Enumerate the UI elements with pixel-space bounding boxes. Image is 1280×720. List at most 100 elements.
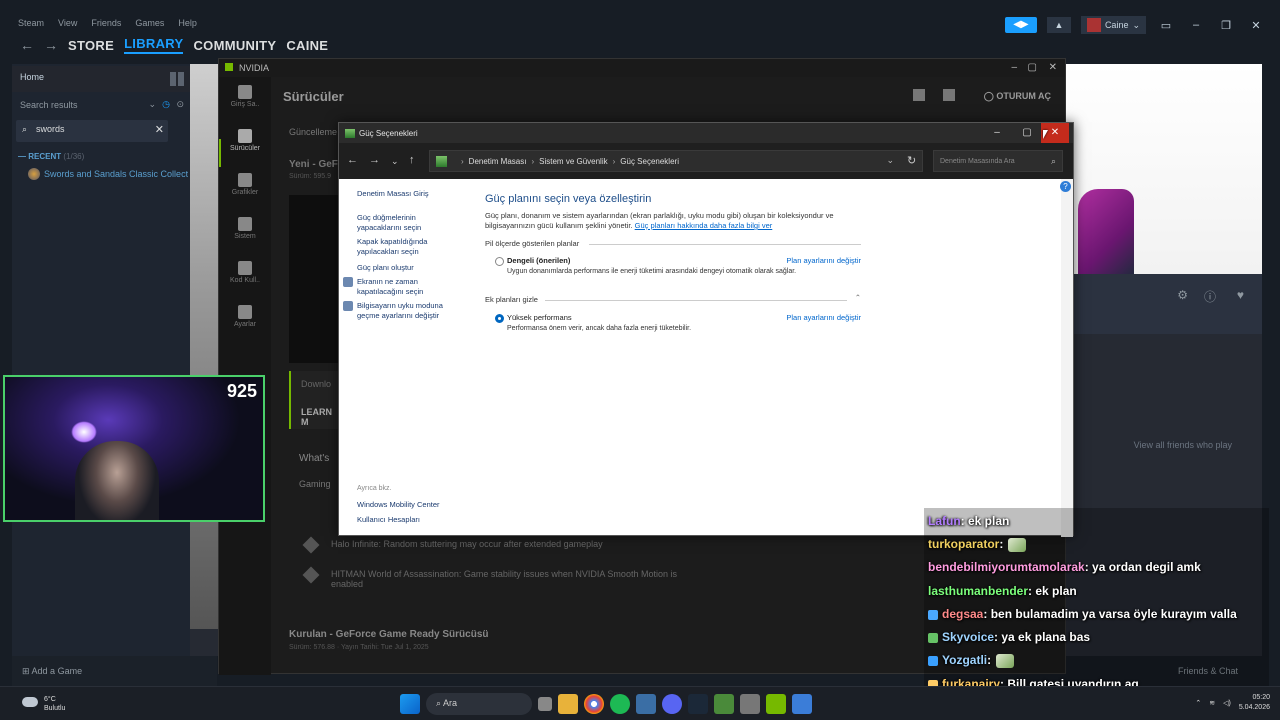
taskbar-apps: ⌕ Ara — [400, 693, 812, 715]
link-lid-close[interactable]: Kapak kapatıldığında yapılacakları seçin — [357, 237, 461, 257]
forward-arrow-icon[interactable]: → — [369, 154, 380, 166]
network-app-icon[interactable] — [636, 694, 656, 714]
link-display-off[interactable]: Ekranın ne zaman kapatılacağını seçin — [357, 277, 461, 297]
windows-start-icon[interactable] — [400, 694, 420, 714]
link-power-buttons[interactable]: Güç düğmelerinin yapacaklarını seçin — [357, 213, 461, 233]
rail-home[interactable]: Giriş Sa.. — [219, 85, 271, 108]
rail-drivers[interactable]: Sürücüler — [219, 129, 271, 152]
clock[interactable]: 05:20 5.04.2026 — [1239, 693, 1270, 713]
chevron-down-icon[interactable]: ⌄ — [886, 155, 894, 166]
weather-widget[interactable]: 6°C Bulutlu — [22, 695, 65, 713]
task-view-icon[interactable] — [538, 697, 552, 711]
change-plan-link[interactable]: Plan ayarlarını değiştir — [786, 313, 861, 322]
control-panel-icon[interactable] — [792, 694, 812, 714]
chat-username: lasthumanbender — [928, 584, 1029, 598]
tray-chevron-icon[interactable]: ⌃ — [1195, 699, 1201, 707]
scrollbar[interactable] — [1061, 179, 1073, 537]
page-description: Güç planı, donanım ve sistem ayarlarında… — [485, 211, 865, 231]
installed-driver-sub: Sürüm: 576.88 · Yayın Tarihi: Tue Jul 1,… — [289, 644, 429, 651]
chevron-down-icon[interactable]: ⌄ — [148, 99, 156, 110]
volume-icon[interactable]: ◁) — [1223, 699, 1231, 707]
rail-system[interactable]: Sistem — [219, 217, 271, 240]
search-input[interactable]: ⌕ swords ✕ — [16, 120, 168, 142]
breadcrumb-power-options[interactable]: Güç Seçenekleri — [620, 157, 679, 166]
menu-help[interactable]: Help — [178, 18, 197, 28]
minimize-icon[interactable]: – — [983, 123, 1011, 143]
share-icon[interactable] — [913, 89, 925, 101]
maximize-icon[interactable]: ▢ — [1028, 62, 1037, 73]
maximize-icon[interactable]: ❐ — [1216, 19, 1236, 32]
chevron-up-icon[interactable]: ⌃ — [855, 293, 861, 302]
gear-icon[interactable]: ⚙ — [1177, 288, 1188, 302]
search-input[interactable]: Denetim Masasında Ara ⌕ — [933, 150, 1063, 172]
tab-community[interactable]: COMMUNITY — [193, 38, 276, 53]
radio-balanced[interactable] — [495, 257, 504, 266]
sidebar-home[interactable]: Home — [12, 66, 190, 92]
menu-friends[interactable]: Friends — [91, 18, 121, 28]
sidebar-game-item[interactable]: Swords and Sandals Classic Collectio — [28, 168, 188, 180]
link-mobility-center[interactable]: Windows Mobility Center — [357, 500, 461, 510]
rail-graphics[interactable]: Grafikler — [219, 173, 271, 196]
extra-plans-section[interactable]: Ek planları gizle ⌃ — [485, 293, 861, 304]
menu-steam[interactable]: Steam — [18, 18, 44, 28]
date: 5.04.2026 — [1238, 704, 1270, 711]
link-create-plan[interactable]: Güç planı oluştur — [357, 263, 461, 273]
up-arrow-icon[interactable]: ↑ — [409, 154, 415, 166]
big-picture-icon[interactable]: ▭ — [1156, 19, 1176, 32]
recent-locations-icon[interactable]: ⌄ — [391, 156, 399, 167]
help-icon[interactable]: ? — [1060, 181, 1071, 192]
notifications-bell-icon[interactable]: ▲ — [1046, 17, 1071, 33]
steam-icon[interactable] — [688, 694, 708, 714]
discord-icon[interactable] — [662, 694, 682, 714]
chat-username: turkoparator — [928, 537, 1000, 551]
change-plan-link[interactable]: Plan ayarlarını değiştir — [786, 256, 861, 265]
heart-icon[interactable]: ♥ — [1237, 288, 1244, 302]
back-arrow-icon[interactable]: ← — [347, 154, 358, 166]
back-arrow-icon[interactable]: ← — [20, 37, 34, 53]
filter-icon[interactable]: ⊙ — [176, 99, 184, 110]
download-card[interactable]: Downlo LEARN M — [289, 371, 341, 429]
clock-icon[interactable]: ◷ — [162, 99, 170, 110]
file-explorer-icon[interactable] — [558, 694, 578, 714]
learn-more-link[interactable]: Güç planları hakkında daha fazla bilgi v… — [635, 221, 773, 230]
chrome-icon[interactable] — [584, 694, 604, 714]
link-sleep-settings[interactable]: Bilgisayarın uyku moduna geçme ayarların… — [357, 301, 461, 321]
radio-high-performance[interactable] — [495, 314, 504, 323]
link-control-panel-home[interactable]: Denetim Masası Giriş — [357, 189, 461, 199]
clear-search-icon[interactable]: ✕ — [155, 123, 164, 136]
minimize-icon[interactable]: – — [1186, 19, 1206, 31]
settings-icon[interactable] — [740, 694, 760, 714]
add-game-button[interactable]: ⊞ Add a Game — [12, 656, 217, 686]
tab-store[interactable]: STORE — [68, 38, 114, 53]
user-menu[interactable]: Caine ⌄ — [1080, 16, 1146, 34]
friends-who-play-link[interactable]: View all friends who play — [1134, 440, 1232, 450]
tab-library[interactable]: LIBRARY — [124, 36, 184, 54]
rail-redeem[interactable]: Kod Kull.. — [219, 261, 271, 284]
rail-settings[interactable]: Ayarlar — [219, 305, 271, 328]
minimize-icon[interactable]: – — [1011, 62, 1017, 73]
minecraft-icon[interactable] — [714, 694, 734, 714]
wifi-icon[interactable]: ≋ — [1209, 699, 1215, 707]
spotify-icon[interactable] — [610, 694, 630, 714]
breadcrumb-system-security[interactable]: Sistem ve Güvenlik — [539, 157, 607, 166]
recent-section[interactable]: — RECENT (1/36) — [18, 152, 84, 161]
link-user-accounts[interactable]: Kullanıcı Hesapları — [357, 515, 461, 525]
login-button[interactable]: ◯ OTURUM AÇ — [984, 91, 1051, 102]
nvidia-icon[interactable] — [766, 694, 786, 714]
address-bar[interactable]: › Denetim Masası › Sistem ve Güvenlik › Güç S… — [429, 150, 923, 172]
refresh-icon[interactable]: ↻ — [907, 154, 916, 167]
forward-arrow-icon[interactable]: → — [44, 37, 58, 53]
learn-more-link[interactable]: LEARN M — [301, 407, 341, 427]
info-icon[interactable]: ⓘ — [1204, 288, 1216, 305]
taskbar-search[interactable]: ⌕ Ara — [426, 693, 532, 715]
menu-games[interactable]: Games — [135, 18, 164, 28]
announcements-button[interactable]: ◀▶ — [1004, 17, 1037, 33]
notifications-icon[interactable] — [943, 89, 955, 101]
close-icon[interactable]: ✕ — [1049, 62, 1057, 73]
menu-view[interactable]: View — [58, 18, 77, 28]
maximize-icon[interactable]: ▢ — [1013, 123, 1041, 143]
tab-profile[interactable]: CAINE — [286, 38, 328, 53]
grid-view-icon[interactable] — [170, 72, 184, 86]
close-icon[interactable]: ✕ — [1246, 19, 1266, 32]
breadcrumb-control-panel[interactable]: Denetim Masası — [469, 157, 527, 166]
